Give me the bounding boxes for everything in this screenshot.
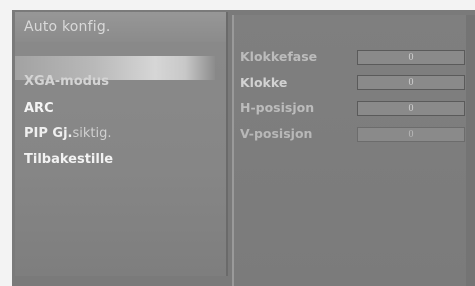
setting-label-clock: Klokke <box>240 75 288 90</box>
setting-label-v-position: V-posisjon <box>240 126 313 141</box>
menu-item-arc[interactable]: ARC <box>24 99 54 119</box>
setting-value-v-position[interactable]: 0 <box>357 127 465 142</box>
menu-panel: Auto konfig. XGA-modus ARC PIP Gj.siktig… <box>15 12 228 276</box>
menu-title: Auto konfig. <box>15 12 226 42</box>
setting-value-h-position[interactable]: 0 <box>357 101 465 116</box>
menu-item-xga-mode[interactable]: XGA-modus <box>24 72 109 92</box>
setting-value-clock[interactable]: 0 <box>357 75 465 90</box>
setting-value-phase[interactable]: 0 <box>357 50 465 65</box>
setting-label-h-position: H-posisjon <box>240 100 315 115</box>
menu-item-pip-label-bold: PIP Gj. <box>24 126 73 141</box>
menu-item-reset[interactable]: Tilbakestille <box>24 150 113 170</box>
settings-panel-edge <box>466 15 475 286</box>
menu-item-pip-label-rest: siktig. <box>72 126 112 141</box>
setting-label-phase: Klokkefase <box>240 49 318 64</box>
menu-item-pip-visibility[interactable]: PIP Gj.siktig. <box>24 124 112 144</box>
